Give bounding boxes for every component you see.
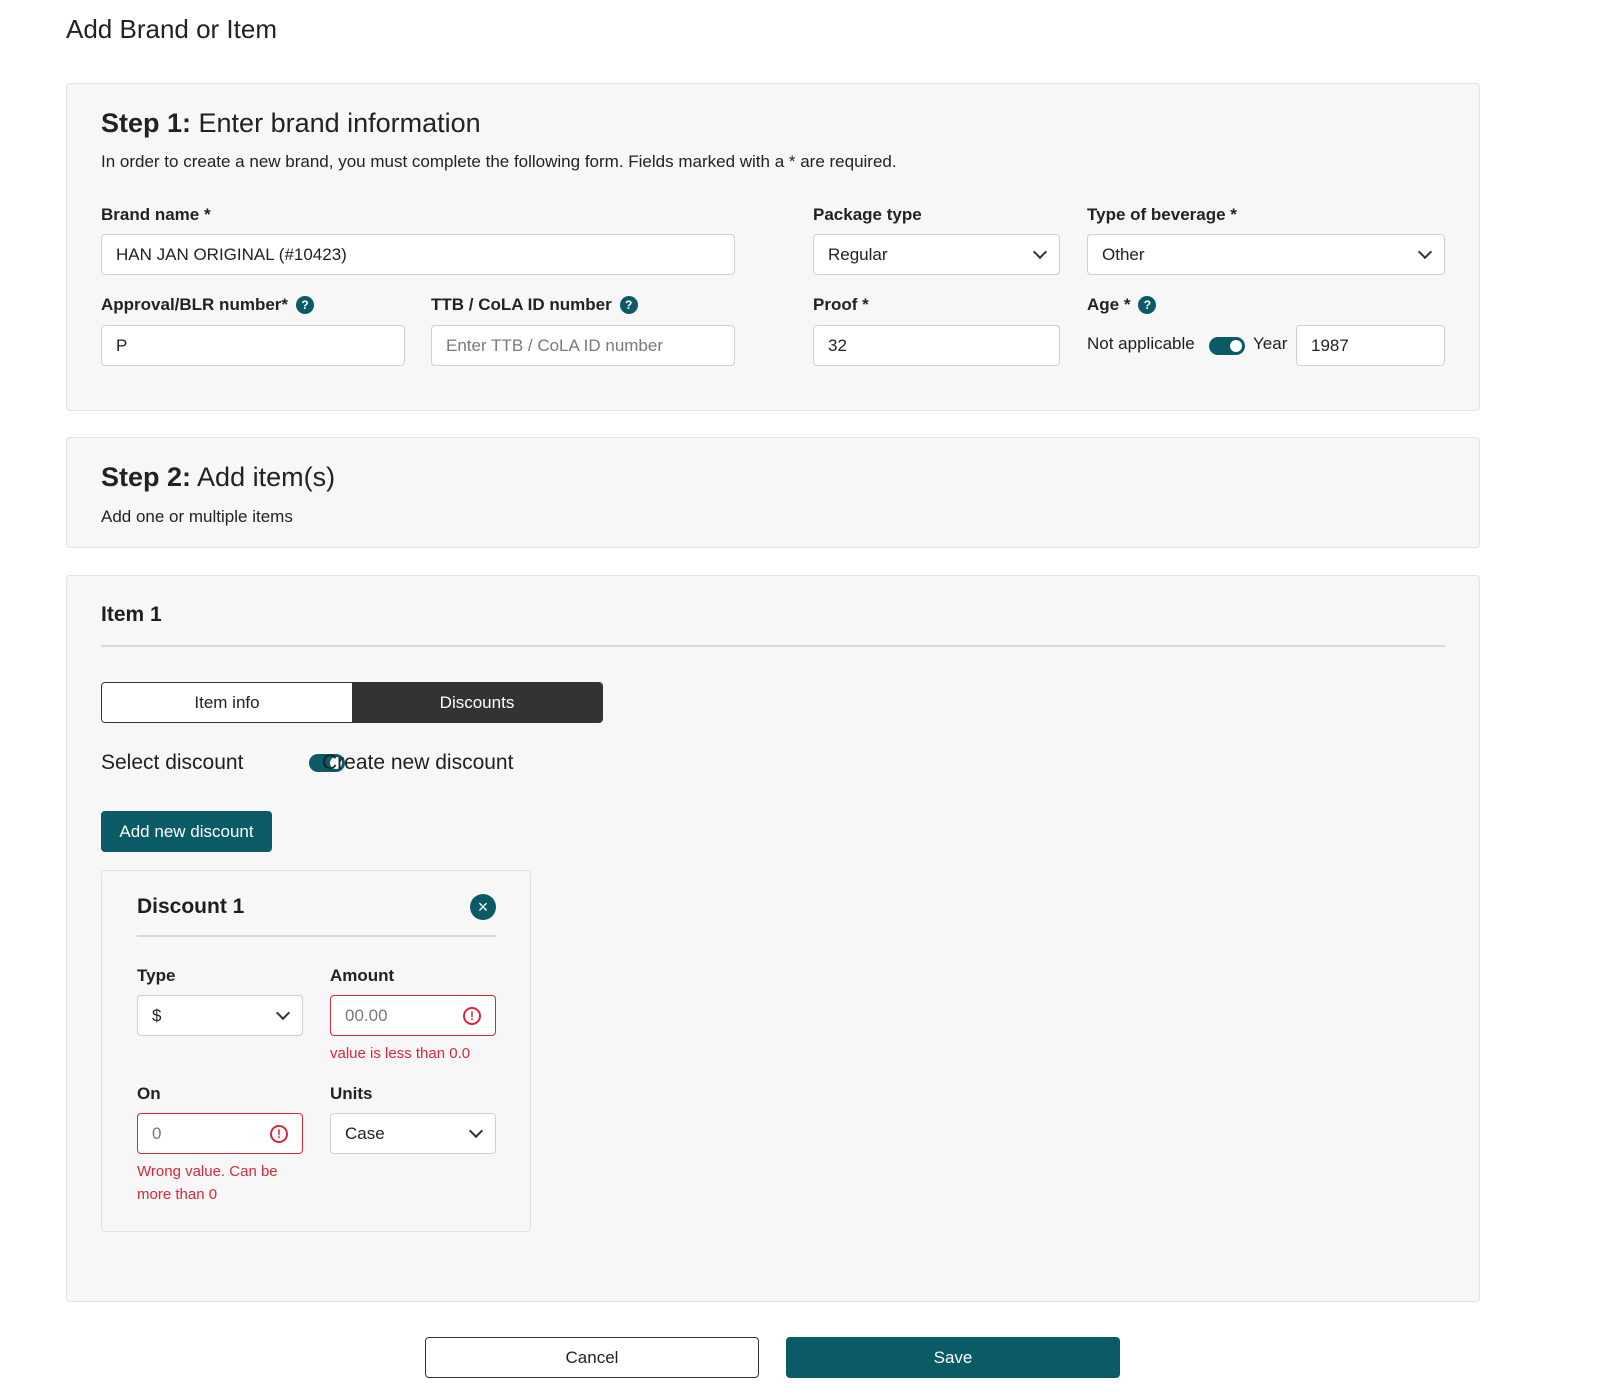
- step1-title-bold: Step 1:: [101, 108, 192, 138]
- proof-input[interactable]: 32: [813, 325, 1060, 366]
- discount-units-label: Units: [330, 1084, 373, 1104]
- ttb-label: TTB / CoLA ID number?: [431, 295, 638, 315]
- discount-type-label: Type: [137, 966, 175, 986]
- page-title: Add Brand or Item: [66, 14, 277, 44]
- discount-amount-label: Amount: [330, 966, 394, 986]
- age-not-applicable-text: Not applicable: [1087, 334, 1195, 353]
- cancel-button[interactable]: Cancel: [425, 1337, 759, 1378]
- create-new-discount-label: Create new discount: [322, 751, 514, 774]
- step2-title-rest: Add item(s): [191, 462, 336, 492]
- chevron-down-icon: [1417, 244, 1433, 260]
- package-type-select[interactable]: Regular: [813, 234, 1060, 275]
- step2-title: Step 2: Add item(s): [101, 462, 335, 493]
- discount-amount-error: value is less than 0.0: [330, 1045, 471, 1062]
- discount-on-placeholder: 0: [152, 1123, 162, 1143]
- beverage-type-value: Other: [1102, 244, 1145, 264]
- select-discount-label: Select discount: [101, 751, 244, 774]
- package-type-label-text: Package type: [813, 205, 922, 224]
- brand-name-label-text: Brand name *: [101, 205, 211, 224]
- approval-label: Approval/BLR number*?: [101, 295, 315, 315]
- proof-label: Proof *: [813, 295, 869, 315]
- save-button[interactable]: Save: [786, 1337, 1120, 1378]
- discount-amount-label-text: Amount: [330, 966, 395, 985]
- chevron-down-icon: [1032, 244, 1048, 260]
- discount-on-error-line1: Wrong value. Can be: [137, 1163, 278, 1180]
- discount-divider: [137, 935, 496, 937]
- exclamation-circle-icon: !: [270, 1124, 288, 1143]
- age-year-input[interactable]: 1987: [1296, 325, 1445, 366]
- beverage-type-select[interactable]: Other: [1087, 234, 1445, 275]
- close-icon[interactable]: ×: [470, 894, 496, 920]
- brand-name-value: HAN JAN ORIGINAL (#10423): [116, 244, 347, 264]
- discount-on-error: Wrong value. Can be more than 0: [137, 1160, 278, 1206]
- add-new-discount-button[interactable]: Add new discount: [101, 811, 272, 852]
- question-circle-icon[interactable]: ?: [296, 296, 315, 314]
- ttb-input[interactable]: Enter TTB / CoLA ID number: [431, 325, 735, 366]
- step1-title-rest: Enter brand information: [191, 108, 481, 138]
- discount-units-select[interactable]: Case: [330, 1113, 496, 1154]
- discount-amount-placeholder: 00.00: [345, 1005, 388, 1025]
- discount-on-input[interactable]: 0!: [137, 1113, 303, 1154]
- item-title: Item 1: [101, 603, 162, 626]
- chevron-down-icon: [275, 1005, 291, 1021]
- discount-on-error-line2: more than 0: [137, 1186, 218, 1203]
- ttb-label-text: TTB / CoLA ID number: [431, 295, 612, 314]
- step1-description: In order to create a new brand, you must…: [101, 152, 897, 171]
- age-toggle[interactable]: [1209, 337, 1245, 355]
- chevron-down-icon: [468, 1123, 484, 1139]
- question-circle-icon[interactable]: ?: [1138, 296, 1157, 314]
- age-label: Age *?: [1087, 295, 1157, 315]
- step2-description: Add one or multiple items: [101, 507, 293, 526]
- discount-units-label-text: Units: [330, 1084, 373, 1103]
- item-tabs: Item info Discounts: [101, 682, 603, 723]
- brand-name-label: Brand name *: [101, 205, 211, 225]
- discount-type-select[interactable]: $: [137, 995, 303, 1036]
- step2-title-bold: Step 2:: [101, 462, 192, 492]
- step1-title: Step 1: Enter brand information: [101, 108, 481, 139]
- tab-discounts[interactable]: Discounts: [352, 683, 602, 722]
- package-type-value: Regular: [828, 244, 888, 264]
- exclamation-circle-icon: !: [463, 1006, 481, 1025]
- discount-type-value: $: [152, 1005, 162, 1025]
- approval-label-text: Approval/BLR number*: [101, 295, 289, 314]
- approval-value: P: [116, 335, 128, 355]
- discount-title: Discount 1: [137, 895, 245, 918]
- ttb-placeholder: Enter TTB / CoLA ID number: [446, 335, 663, 355]
- item-divider: [101, 645, 1445, 647]
- proof-value: 32: [828, 335, 847, 355]
- package-type-label: Package type: [813, 205, 922, 225]
- brand-name-input[interactable]: HAN JAN ORIGINAL (#10423): [101, 234, 735, 275]
- proof-label-text: Proof *: [813, 295, 869, 314]
- approval-input[interactable]: P: [101, 325, 405, 366]
- discount-on-label: On: [137, 1084, 161, 1104]
- age-year-value: 1987: [1311, 335, 1349, 355]
- age-label-text: Age *: [1087, 295, 1131, 314]
- question-circle-icon[interactable]: ?: [619, 296, 638, 314]
- beverage-type-label: Type of beverage *: [1087, 205, 1237, 225]
- discount-amount-input[interactable]: 00.00!: [330, 995, 496, 1036]
- age-year-label: Year: [1253, 334, 1288, 353]
- beverage-type-label-text: Type of beverage *: [1087, 205, 1237, 224]
- discount-type-label-text: Type: [137, 966, 176, 985]
- discount-on-label-text: On: [137, 1084, 161, 1103]
- discount-units-value: Case: [345, 1123, 385, 1143]
- tab-item-info[interactable]: Item info: [102, 683, 352, 722]
